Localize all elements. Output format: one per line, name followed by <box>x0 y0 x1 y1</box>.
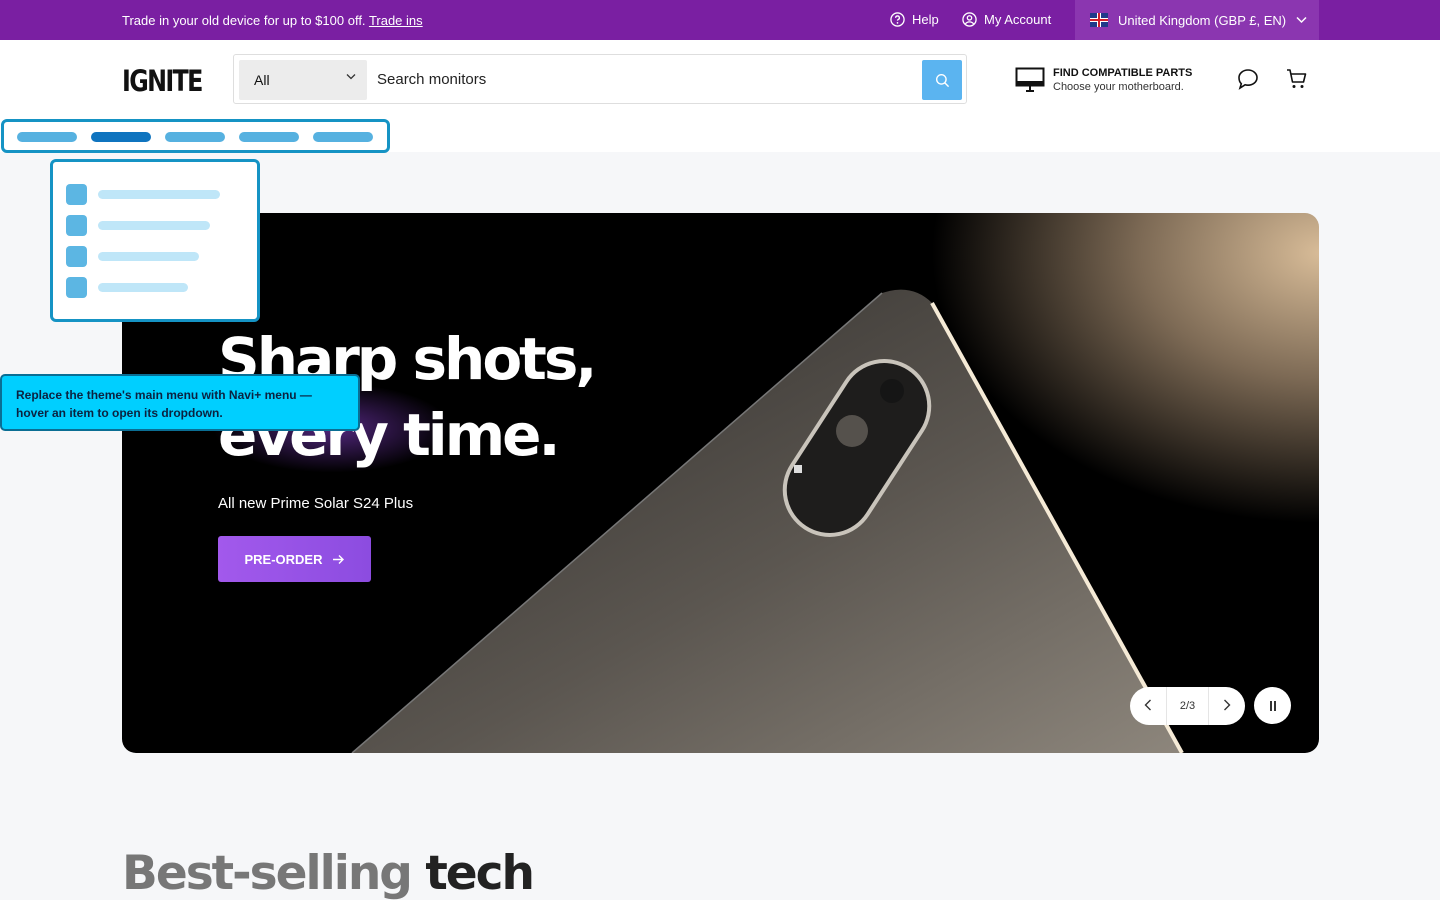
parts-title: FIND COMPATIBLE PARTS <box>1053 67 1193 79</box>
section-title-main: tech <box>425 846 535 900</box>
help-link[interactable]: Help <box>890 12 939 27</box>
find-parts-link[interactable]: FIND COMPATIBLE PARTS Choose your mother… <box>1015 67 1192 93</box>
account-label: My Account <box>984 12 1052 27</box>
help-icon <box>890 12 905 27</box>
dropdown-item-line[interactable] <box>98 252 199 261</box>
announcement-bar: Trade in your old device for up to $100 … <box>0 0 1440 40</box>
hero-slideshow: Sharp shots, every time. All new Prime S… <box>122 213 1319 753</box>
tooltip-line-2: hover an item to open its dropdown. <box>16 406 223 420</box>
locale-label: United Kingdom (GBP £, EN) <box>1118 12 1287 28</box>
my-account-link[interactable]: My Account <box>962 12 1051 27</box>
dropdown-item-icon <box>66 215 87 236</box>
menu-item-placeholder[interactable] <box>165 132 225 142</box>
dropdown-item-line[interactable] <box>98 283 188 292</box>
slide-navigation: 2/3 <box>1130 687 1245 725</box>
instruction-tooltip: Replace the theme's main menu with Navi+… <box>0 374 360 431</box>
search-category-value: All <box>254 72 270 88</box>
slide-counter: 2/3 <box>1166 687 1209 725</box>
section-title: Best-selling tech <box>122 846 535 900</box>
cart-icon[interactable] <box>1285 67 1309 91</box>
search-input[interactable]: Search monitors <box>377 71 486 88</box>
promo-text: Trade in your old device for up to $100 … <box>122 13 366 28</box>
phone-image <box>351 289 1184 753</box>
pre-order-label: PRE-ORDER <box>244 551 323 567</box>
search-category-select[interactable]: All <box>239 60 367 100</box>
search-button[interactable] <box>922 60 962 100</box>
chevron-left-icon <box>1144 699 1151 710</box>
menu-item-placeholder[interactable] <box>239 132 299 142</box>
navi-plus-dropdown-placeholder <box>50 159 260 322</box>
trade-ins-link[interactable]: Trade ins <box>369 13 423 28</box>
site-logo[interactable]: IGNITE <box>122 64 203 98</box>
tooltip-line-1: Replace the theme's main menu with Navi+… <box>16 388 312 402</box>
menu-item-placeholder[interactable] <box>313 132 373 142</box>
pause-slideshow-button[interactable] <box>1254 687 1291 724</box>
next-slide-button[interactable] <box>1209 699 1245 714</box>
help-label: Help <box>912 12 939 27</box>
section-title-muted: Best-selling <box>122 846 413 900</box>
pause-icon <box>1273 700 1276 711</box>
user-icon <box>962 12 977 27</box>
chat-icon[interactable] <box>1236 67 1260 91</box>
dropdown-item-icon <box>66 246 87 267</box>
monitor-icon <box>1015 67 1045 92</box>
promo-message: Trade in your old device for up to $100 … <box>122 13 423 28</box>
uk-flag-icon <box>1090 13 1108 27</box>
chevron-down-icon <box>1296 16 1307 24</box>
locale-selector[interactable]: United Kingdom (GBP £, EN) <box>1075 0 1319 40</box>
menu-item-placeholder-active[interactable] <box>91 132 151 142</box>
dropdown-item-icon <box>66 277 87 298</box>
menu-item-placeholder[interactable] <box>17 132 77 142</box>
arrow-right-icon <box>332 554 344 564</box>
hero-subtitle: All new Prime Solar S24 Plus <box>218 495 414 512</box>
previous-slide-button[interactable] <box>1130 699 1166 714</box>
chevron-right-icon <box>1224 699 1231 710</box>
dropdown-item-line[interactable] <box>98 190 220 199</box>
pre-order-button[interactable]: PRE-ORDER <box>218 536 371 582</box>
chevron-down-icon <box>346 74 356 80</box>
dropdown-item-icon <box>66 184 87 205</box>
navi-plus-menu-placeholder[interactable] <box>1 119 390 153</box>
parts-subtitle: Choose your motherboard. <box>1053 81 1184 93</box>
search-icon <box>935 73 949 87</box>
dropdown-item-line[interactable] <box>98 221 210 230</box>
search-bar: All Search monitors <box>233 54 967 104</box>
pause-icon <box>1269 700 1272 711</box>
